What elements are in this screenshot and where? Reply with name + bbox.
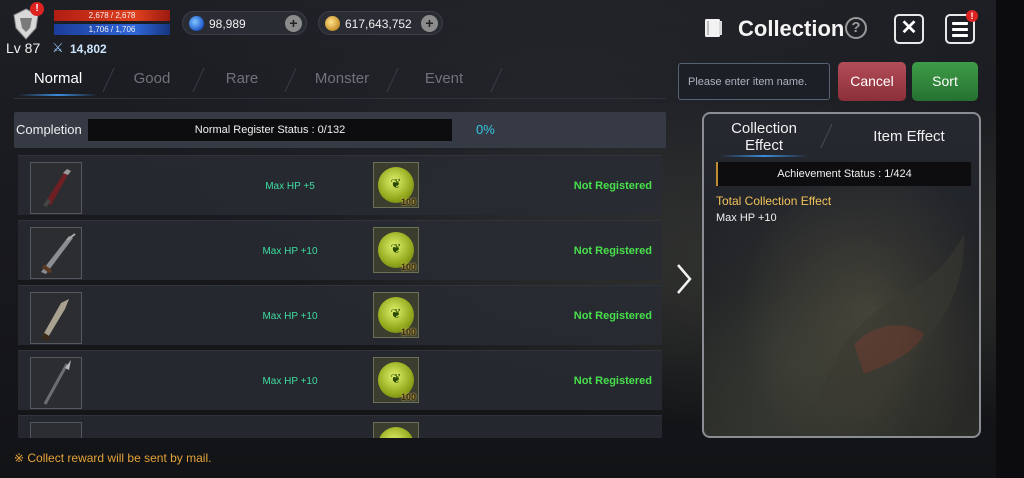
search-input[interactable] [678, 63, 830, 100]
register-status: Normal Register Status : 0/132 [88, 119, 452, 141]
gold-amount: 617,643,752 [345, 17, 412, 31]
sword-icon [30, 227, 82, 279]
creature-artwork [814, 234, 965, 419]
dagger-icon [30, 162, 82, 214]
item-effect: Max HP +10 [262, 246, 318, 257]
collection-book-icon [702, 17, 724, 39]
collection-list[interactable]: Max HP +5 ❦ 100 Not Registered Max HP +1… [18, 155, 666, 438]
mp-bar: 1,706 / 1,706 [54, 24, 170, 35]
registration-status: Not Registered [573, 245, 652, 257]
tab-item-effect[interactable]: Item Effect [854, 128, 964, 145]
chevron-right-icon[interactable] [674, 262, 694, 296]
list-item[interactable]: Max HP +5 ❦ 100 Not Registered [18, 155, 662, 215]
material-quantity: 100 [400, 197, 416, 207]
tab-collection-effect[interactable]: Collection Effect [720, 120, 808, 157]
collection-effect-panel: Collection Effect Item Effect Achievemen… [702, 112, 981, 438]
help-icon[interactable]: ? [845, 17, 867, 39]
list-item[interactable]: Max HP +10 ❦ 100 Not Registered [18, 285, 662, 345]
crossed-swords-icon: ⚔ [52, 40, 64, 55]
total-effect-value: Max HP +10 [716, 212, 777, 224]
tab-good[interactable]: Good [112, 62, 192, 98]
list-item[interactable]: Max HP +10 ❦ 100 Not Registered [18, 350, 662, 410]
page-title: Collection [738, 16, 845, 41]
player-level: Lv 87 [6, 40, 41, 56]
item-effect: Max HP +10 [262, 311, 318, 322]
hp-bar: 2,678 / 2,678 [54, 10, 170, 21]
list-item[interactable]: Max HP +10 ❦ 100 Not Registered [18, 220, 662, 280]
mail-reward-note: ※ Collect reward will be sent by mail. [14, 451, 212, 465]
avatar-notification-badge: ! [30, 2, 44, 16]
material-slot[interactable]: ❦ 100 [373, 292, 419, 338]
registration-status: Not Registered [573, 310, 652, 322]
gem-icon [189, 16, 204, 31]
material-quantity: 100 [400, 392, 416, 402]
add-gems-button[interactable]: + [285, 15, 302, 32]
gem-currency: 98,989 + [182, 11, 307, 35]
tab-normal[interactable]: Normal [18, 62, 98, 98]
combat-power: 14,802 [70, 42, 107, 56]
registration-status: Not Registered [573, 375, 652, 387]
weapon-icon [30, 422, 82, 438]
material-slot[interactable]: ❦ 100 [373, 162, 419, 208]
menu-notification-badge: ! [966, 10, 978, 22]
tab-divider [284, 68, 297, 92]
sort-button[interactable]: Sort [912, 62, 978, 101]
category-tabs: Normal Good Rare Monster Event [14, 62, 514, 98]
gold-coin-icon [325, 16, 340, 31]
item-effect: Max HP +5 [265, 181, 315, 192]
growth-coin-icon [378, 427, 414, 438]
add-gold-button[interactable]: + [421, 15, 438, 32]
tab-divider [490, 68, 503, 92]
material-slot[interactable]: ❦ 100 [373, 357, 419, 403]
tabs-divider-line [14, 98, 666, 99]
tab-divider [386, 68, 399, 92]
achievement-status: Achievement Status : 1/424 [716, 162, 971, 186]
registration-status: Not Registered [573, 180, 652, 192]
screen-edge [996, 0, 1024, 478]
gem-amount: 98,989 [209, 17, 246, 31]
total-effect-title: Total Collection Effect [716, 194, 832, 208]
gold-currency: 617,643,752 + [318, 11, 443, 35]
tab-event[interactable]: Event [404, 62, 484, 98]
blade-icon [30, 292, 82, 344]
close-button[interactable]: ✕ [894, 14, 924, 44]
spear-icon [30, 357, 82, 409]
material-slot[interactable] [373, 422, 419, 438]
completion-label: Completion [16, 122, 82, 137]
tab-rare[interactable]: Rare [202, 62, 282, 98]
list-item-partial[interactable] [18, 415, 662, 438]
tab-monster[interactable]: Monster [296, 62, 388, 98]
material-quantity: 100 [400, 327, 416, 337]
tab-divider [820, 124, 833, 148]
material-slot[interactable]: ❦ 100 [373, 227, 419, 273]
cancel-button[interactable]: Cancel [838, 62, 906, 101]
completion-percent: 0% [476, 122, 495, 137]
material-quantity: 100 [400, 262, 416, 272]
item-effect: Max HP +10 [262, 376, 318, 387]
completion-bar: Completion Normal Register Status : 0/13… [14, 112, 666, 148]
